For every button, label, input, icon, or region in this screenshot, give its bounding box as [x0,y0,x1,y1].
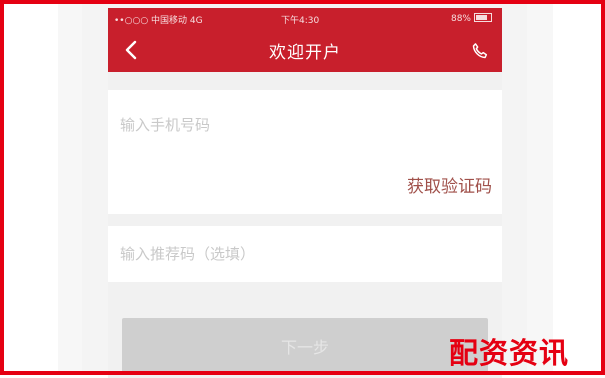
referrer-input-row[interactable]: 输入推荐码（选填） [108,226,502,282]
battery-status: 88% [451,13,492,24]
verification-row: 获取验证码 [108,148,502,214]
call-button[interactable] [468,39,492,63]
watermark-text: 配资资讯 [449,336,570,370]
phone-icon [472,43,488,59]
page-title: 欢迎开户 [269,43,341,63]
phone-input[interactable]: 输入手机号码 [120,114,210,135]
battery-icon [474,13,492,22]
next-button[interactable]: 下一步 [122,318,488,374]
status-bar: ••○○○ 中国移动 4G 下午4:30 88% [108,8,502,28]
phone-frame-left [58,0,82,375]
carrier-label: ••○○○ 中国移动 4G [114,16,203,26]
next-button-label: 下一步 [280,338,329,357]
app-screen: ••○○○ 中国移动 4G 下午4:30 88% 欢迎开户 输入手机号码 获取验… [108,8,502,378]
phone-input-row[interactable]: 输入手机号码 [108,90,502,148]
battery-percent: 88% [450,14,471,24]
referrer-input[interactable]: 输入推荐码（选填） [120,243,255,264]
phone-frame-right [527,0,553,375]
app-header: ••○○○ 中国移动 4G 下午4:30 88% 欢迎开户 [108,8,502,72]
status-time: 下午4:30 [281,16,320,26]
get-code-button[interactable]: 获取验证码 [407,172,492,197]
